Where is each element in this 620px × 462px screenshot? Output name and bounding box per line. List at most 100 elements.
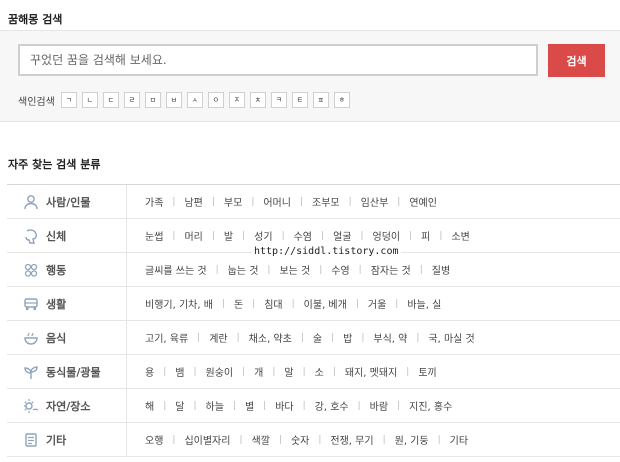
index-letter-button[interactable]: ㅌ <box>291 92 308 108</box>
keyword-link[interactable]: 수염 <box>294 228 312 243</box>
index-letter-button[interactable]: ㄹ <box>123 92 140 108</box>
category-header[interactable]: 기타 <box>7 423 127 456</box>
keyword-link[interactable]: 돈 <box>234 296 243 311</box>
index-letter-button[interactable]: ㅎ <box>333 92 350 108</box>
keyword-link[interactable]: 채소, 약초 <box>249 330 292 345</box>
keyword-link[interactable]: 보는 것 <box>279 262 310 277</box>
keyword-link[interactable]: 용 <box>145 364 154 379</box>
keyword-link[interactable]: 남편 <box>184 194 202 209</box>
keyword-separator: | <box>321 230 325 241</box>
keyword-link[interactable]: 조부모 <box>312 194 340 209</box>
keyword-link[interactable]: 가족 <box>145 194 163 209</box>
keyword-link[interactable]: 임산부 <box>361 194 389 209</box>
nature-icon <box>21 396 41 416</box>
keyword-link[interactable]: 얼굴 <box>333 228 351 243</box>
category-header[interactable]: 신체 <box>7 219 127 252</box>
category-name: 행동 <box>46 263 67 277</box>
category-row: 행동 글씨를 쓰는 것 | 눕는 것 | 보는 것 | 수영 | 잠자는 것 | 질병 <box>7 253 620 287</box>
keyword-link[interactable]: 눕는 것 <box>228 262 259 277</box>
keyword-link[interactable]: 십이별자리 <box>184 432 230 447</box>
keyword-link[interactable]: 고기, 육류 <box>145 330 188 345</box>
category-header[interactable]: 음식 <box>7 321 127 354</box>
keyword-separator: | <box>193 366 197 377</box>
keyword-link[interactable]: 부모 <box>224 194 242 209</box>
keyword-link[interactable]: 색깔 <box>252 432 270 447</box>
keyword-link[interactable]: 강, 호수 <box>315 398 349 413</box>
keyword-link[interactable]: 해 <box>145 398 154 413</box>
index-letter-button[interactable]: ㅂ <box>165 92 182 108</box>
index-letter-button[interactable]: ㅁ <box>144 92 161 108</box>
keyword-link[interactable]: 어머니 <box>263 194 291 209</box>
category-name: 기타 <box>46 433 67 447</box>
keyword-separator: | <box>300 332 304 343</box>
keyword-link[interactable]: 침대 <box>264 296 282 311</box>
keyword-link[interactable]: 바람 <box>370 398 388 413</box>
keyword-link[interactable]: 계란 <box>209 330 227 345</box>
category-header[interactable]: 동식물/광물 <box>7 355 127 388</box>
keyword-link[interactable]: 질병 <box>432 262 450 277</box>
keyword-link[interactable]: 개 <box>254 364 263 379</box>
keyword-link[interactable]: 달 <box>175 398 184 413</box>
keyword-separator: | <box>355 298 359 309</box>
keyword-link[interactable]: 글씨를 쓰는 것 <box>145 262 207 277</box>
index-letter-button[interactable]: ㄴ <box>81 92 98 108</box>
keyword-link[interactable]: 부식, 약 <box>373 330 407 345</box>
index-letter-button[interactable]: ㅊ <box>249 92 266 108</box>
keyword-link[interactable]: 머리 <box>184 228 202 243</box>
keyword-link[interactable]: 피 <box>421 228 430 243</box>
keyword-link[interactable]: 거울 <box>368 296 386 311</box>
category-keywords: 오행 | 십이별자리 | 색깔 | 숫자 | 전쟁, 무기 | 원, 기둥 | 기타 <box>127 432 468 448</box>
keyword-link[interactable]: 수영 <box>331 262 349 277</box>
keyword-link[interactable]: 이불, 베개 <box>304 296 347 311</box>
keyword-link[interactable]: 바늘, 실 <box>407 296 441 311</box>
keyword-link[interactable]: 국, 마실 것 <box>428 330 474 345</box>
keyword-link[interactable]: 소변 <box>451 228 469 243</box>
index-letter-button[interactable]: ㄱ <box>60 92 77 108</box>
keyword-link[interactable]: 기타 <box>450 432 468 447</box>
keyword-separator: | <box>163 366 167 377</box>
index-letter-button[interactable]: ㅍ <box>312 92 329 108</box>
index-letter-button[interactable]: ㅋ <box>270 92 287 108</box>
keyword-link[interactable]: 원, 기둥 <box>395 432 429 447</box>
keyword-link[interactable]: 전쟁, 무기 <box>330 432 373 447</box>
keyword-separator: | <box>252 298 256 309</box>
index-letter-button[interactable]: ㅅ <box>186 92 203 108</box>
keyword-link[interactable]: 잠자는 것 <box>371 262 411 277</box>
keyword-link[interactable]: 하늘 <box>206 398 224 413</box>
keyword-link[interactable]: 술 <box>313 330 322 345</box>
keyword-link[interactable]: 발 <box>224 228 233 243</box>
keyword-link[interactable]: 뱀 <box>175 364 184 379</box>
keyword-separator: | <box>193 400 197 411</box>
category-header[interactable]: 행동 <box>7 253 127 286</box>
keyword-link[interactable]: 지진, 홍수 <box>409 398 452 413</box>
index-letter-button[interactable]: ㅇ <box>207 92 224 108</box>
search-button[interactable]: 검색 <box>548 44 605 77</box>
keyword-link[interactable]: 돼지, 멧돼지 <box>345 364 397 379</box>
keyword-link[interactable]: 비행기, 기차, 배 <box>145 296 213 311</box>
keyword-link[interactable]: 원숭이 <box>206 364 234 379</box>
category-keywords: 용 | 뱀 | 원숭이 | 개 | 말 | 소 | 돼지, 멧돼지 | 토끼 <box>127 364 437 380</box>
keyword-link[interactable]: 바다 <box>275 398 293 413</box>
category-header[interactable]: 생활 <box>7 287 127 320</box>
keyword-link[interactable]: 엉덩이 <box>373 228 401 243</box>
plant-icon <box>21 362 41 382</box>
keyword-link[interactable]: 소 <box>315 364 324 379</box>
keyword-separator: | <box>172 230 176 241</box>
category-row: 동식물/광물 용 | 뱀 | 원숭이 | 개 | 말 | 소 | 돼지, 멧돼지 | 토끼 <box>7 355 620 389</box>
keyword-link[interactable]: 성기 <box>254 228 272 243</box>
car-icon <box>21 294 41 314</box>
keyword-link[interactable]: 별 <box>245 398 254 413</box>
keyword-separator: | <box>360 230 364 241</box>
keyword-link[interactable]: 눈썹 <box>145 228 163 243</box>
index-letter-button[interactable]: ㄷ <box>102 92 119 108</box>
index-letter-button[interactable]: ㅈ <box>228 92 245 108</box>
category-header[interactable]: 사람/인물 <box>7 185 127 218</box>
keyword-link[interactable]: 말 <box>284 364 293 379</box>
keyword-link[interactable]: 숫자 <box>291 432 309 447</box>
category-header[interactable]: 자연/장소 <box>7 389 127 422</box>
keyword-link[interactable]: 오행 <box>145 432 163 447</box>
keyword-link[interactable]: 밥 <box>343 330 352 345</box>
keyword-link[interactable]: 토끼 <box>418 364 436 379</box>
search-input[interactable] <box>18 44 538 76</box>
keyword-link[interactable]: 연예인 <box>409 194 437 209</box>
